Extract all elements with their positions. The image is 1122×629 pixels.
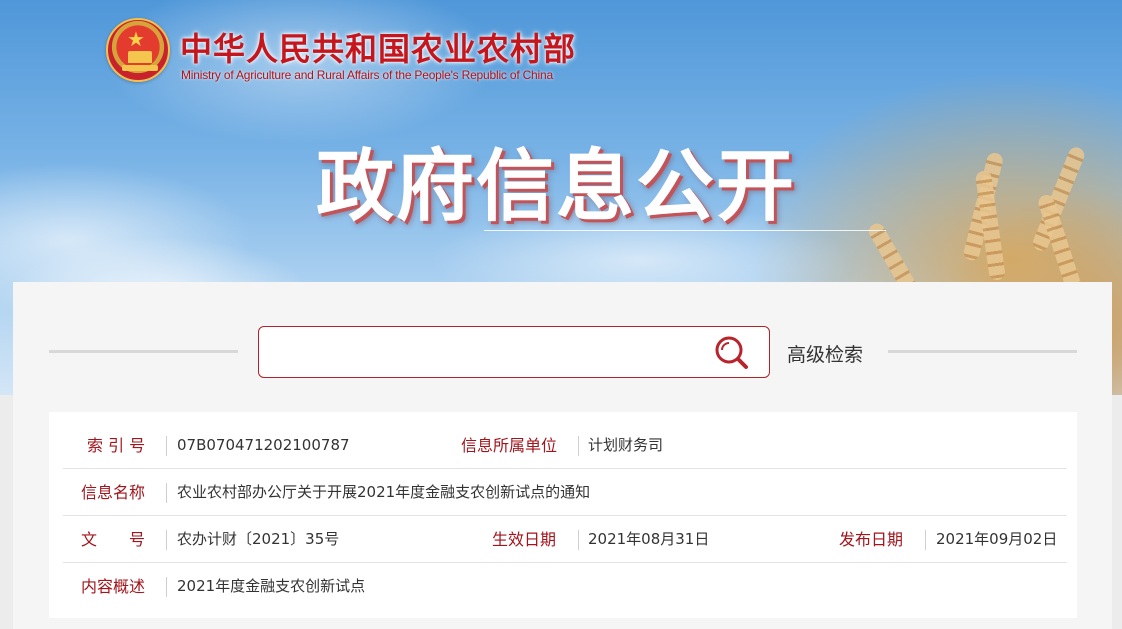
effective-date-value: 2021年08月31日: [588, 530, 710, 548]
index-value: 07B070471202100787: [177, 436, 350, 454]
publish-date-label: 发布日期: [839, 530, 904, 549]
doc-no-value: 农办计财〔2021〕35号: [177, 530, 340, 548]
ministry-name-en: Ministry of Agriculture and Rural Affair…: [181, 68, 553, 82]
banner-title: 政府信息公开: [316, 142, 797, 232]
name-label: 信息名称: [81, 483, 146, 502]
search-icon[interactable]: [713, 335, 751, 371]
org-value: 计划财务司: [588, 436, 664, 454]
search-divider-left: [49, 350, 238, 353]
info-row-summary: 内容概述 2021年度金融支农创新试点: [63, 563, 1067, 610]
index-label: 索 引 号: [87, 436, 146, 455]
summary-label: 内容概述: [81, 577, 146, 596]
search-box: [258, 326, 770, 378]
publish-date-value: 2021年09月02日: [936, 530, 1058, 548]
effective-date-label: 生效日期: [492, 530, 557, 549]
national-emblem-logo[interactable]: ★: [106, 18, 170, 82]
search-input[interactable]: [271, 337, 701, 367]
info-row-doc-no: 文 号 农办计财〔2021〕35号 生效日期 2021年08月31日 发布日期 …: [63, 516, 1067, 563]
name-value: 农业农村部办公厅关于开展2021年度金融支农创新试点的通知: [177, 483, 591, 501]
ministry-name-cn[interactable]: 中华人民共和国农业农村部: [180, 24, 576, 70]
info-row-name: 信息名称 农业农村部办公厅关于开展2021年度金融支农创新试点的通知: [63, 469, 1067, 516]
info-row-index: 索 引 号 07B070471202100787 信息所属单位 计划财务司: [63, 422, 1067, 469]
advanced-search-link[interactable]: 高级检索: [787, 340, 863, 367]
banner-title-underline: [484, 230, 886, 231]
search-divider-right: [888, 350, 1077, 353]
doc-no-label: 文 号: [81, 530, 146, 549]
org-label: 信息所属单位: [461, 436, 558, 455]
document-info-table: 索 引 号 07B070471202100787 信息所属单位 计划财务司 信息…: [49, 412, 1077, 618]
summary-value: 2021年度金融支农创新试点: [177, 577, 366, 595]
